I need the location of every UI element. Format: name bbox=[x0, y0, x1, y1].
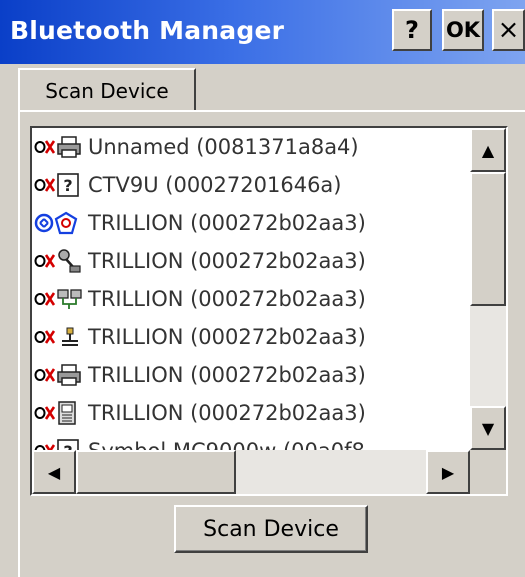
disconnected-status-icon bbox=[34, 284, 86, 314]
device-list-item[interactable]: TRILLION (000272b02aa3) bbox=[32, 204, 470, 242]
disconnected-status-icon bbox=[34, 360, 86, 390]
disconnected-status-icon bbox=[34, 322, 86, 352]
device-name: TRILLION (000272b02aa3) bbox=[88, 249, 366, 273]
horizontal-scrollbar[interactable]: ◀ ▶ bbox=[32, 450, 470, 494]
help-button[interactable]: ? bbox=[392, 9, 432, 51]
device-list-item[interactable]: TRILLION (000272b02aa3) bbox=[32, 394, 470, 432]
device-list-item[interactable]: Unnamed (0081371a8a4) bbox=[32, 128, 470, 166]
scrollbar-corner bbox=[470, 450, 506, 494]
device-name: Unnamed (0081371a8a4) bbox=[88, 135, 359, 159]
device-name: Symbol MC9000w (00a0f8... bbox=[88, 439, 385, 450]
ok-button[interactable]: OK bbox=[442, 9, 484, 51]
device-list-item[interactable]: ? Symbol MC9000w (00a0f8... bbox=[32, 432, 470, 450]
disconnected-status-icon: ? bbox=[34, 170, 86, 200]
horizontal-scroll-thumb[interactable] bbox=[76, 450, 236, 494]
close-button[interactable]: × bbox=[492, 9, 525, 51]
vertical-scroll-thumb[interactable] bbox=[470, 172, 506, 306]
window-title: Bluetooth Manager bbox=[10, 16, 285, 45]
device-name: TRILLION (000272b02aa3) bbox=[88, 401, 366, 425]
svg-text:?: ? bbox=[63, 176, 72, 195]
connected-status-icon bbox=[34, 208, 86, 238]
tab-scan-device[interactable]: Scan Device bbox=[18, 68, 196, 112]
vertical-scrollbar[interactable]: ▲ ▼ bbox=[470, 128, 506, 450]
device-name: TRILLION (000272b02aa3) bbox=[88, 363, 366, 387]
device-list-item[interactable]: TRILLION (000272b02aa3) bbox=[32, 356, 470, 394]
device-name: TRILLION (000272b02aa3) bbox=[88, 211, 366, 235]
disconnected-status-icon: ? bbox=[34, 436, 86, 450]
device-name: TRILLION (000272b02aa3) bbox=[88, 325, 366, 349]
device-list-rows: Unnamed (0081371a8a4)? CTV9U (00027201646… bbox=[32, 128, 470, 450]
disconnected-status-icon bbox=[34, 132, 86, 162]
device-list-item[interactable]: TRILLION (000272b02aa3) bbox=[32, 318, 470, 356]
scroll-down-button[interactable]: ▼ bbox=[470, 406, 506, 450]
scroll-right-button[interactable]: ▶ bbox=[426, 450, 470, 494]
device-name: CTV9U (00027201646a) bbox=[88, 173, 342, 197]
device-list-item[interactable]: ? CTV9U (00027201646a) bbox=[32, 166, 470, 204]
disconnected-status-icon bbox=[34, 246, 86, 276]
scroll-left-button[interactable]: ◀ bbox=[32, 450, 76, 494]
disconnected-status-icon bbox=[34, 398, 86, 428]
device-name: TRILLION (000272b02aa3) bbox=[88, 287, 366, 311]
device-list[interactable]: Unnamed (0081371a8a4)? CTV9U (00027201646… bbox=[30, 126, 508, 496]
title-bar: Bluetooth Manager ? OK × bbox=[0, 0, 525, 64]
svg-text:?: ? bbox=[63, 442, 72, 450]
scan-device-button[interactable]: Scan Device bbox=[174, 505, 368, 553]
device-list-item[interactable]: TRILLION (000272b02aa3) bbox=[32, 242, 470, 280]
scroll-up-button[interactable]: ▲ bbox=[470, 128, 506, 172]
device-list-item[interactable]: TRILLION (000272b02aa3) bbox=[32, 280, 470, 318]
